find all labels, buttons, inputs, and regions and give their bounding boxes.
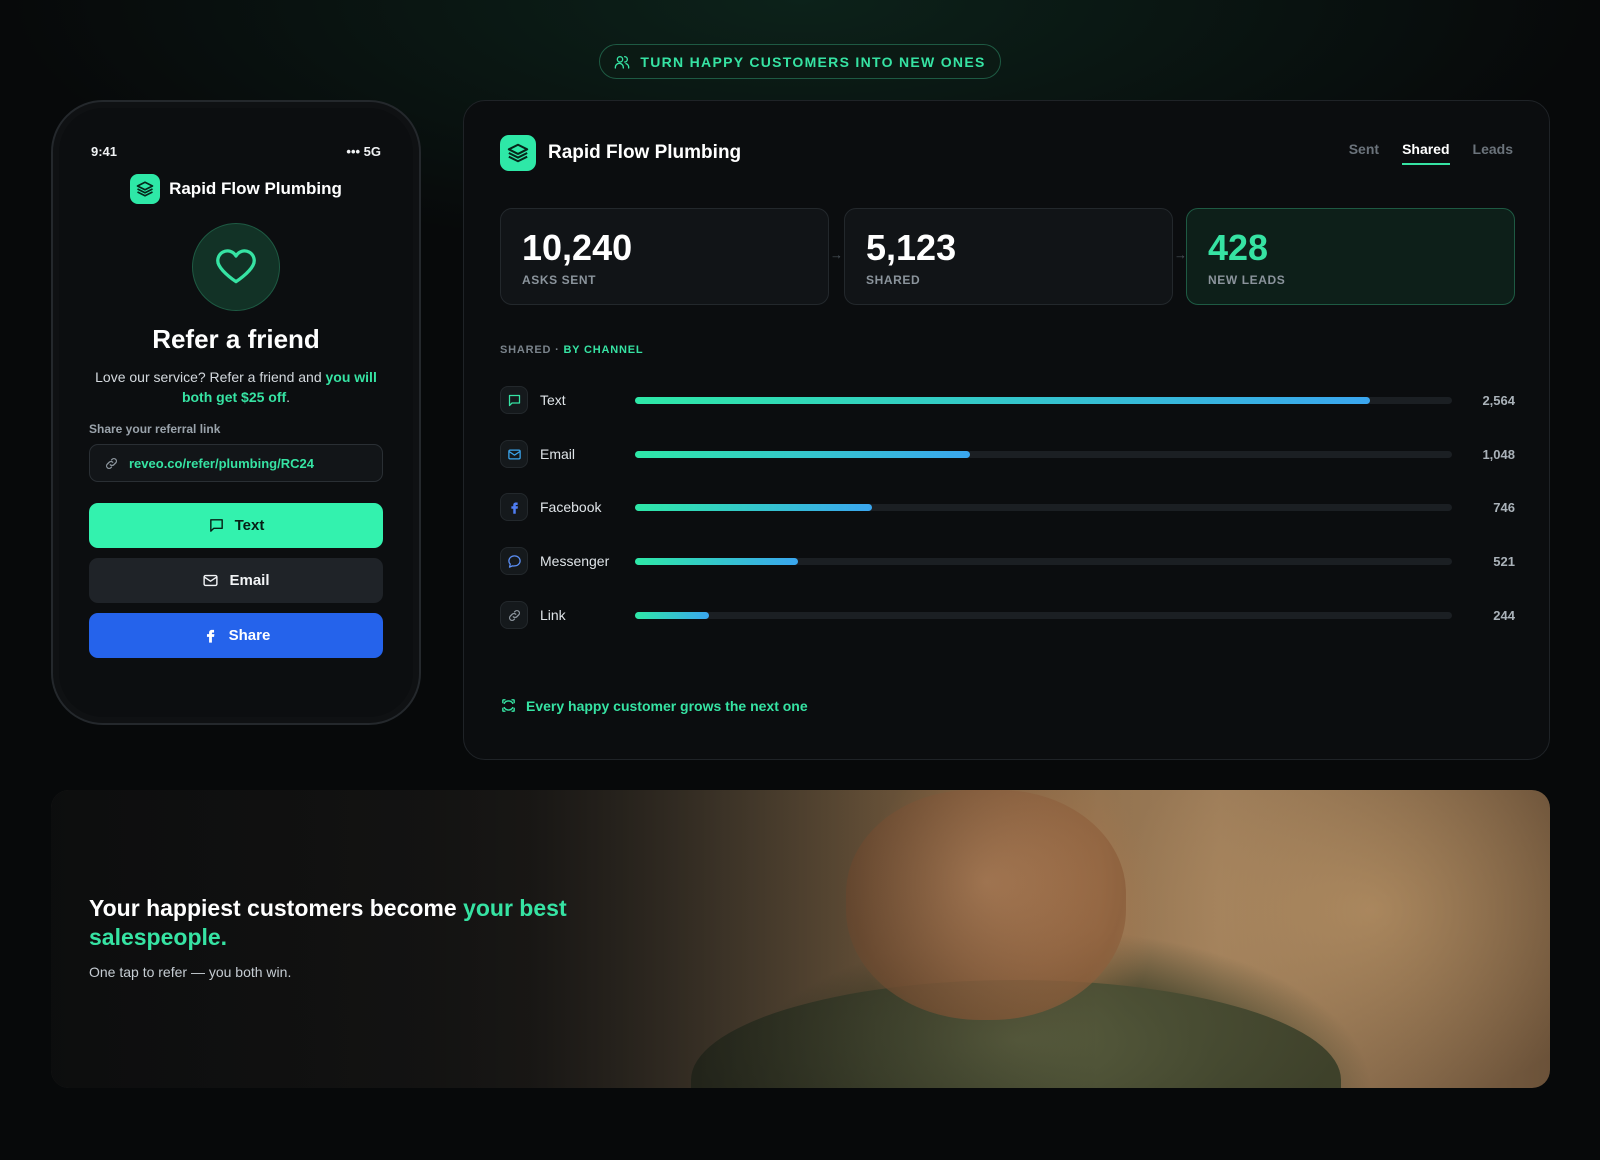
- hero-subtitle: One tap to refer — you both win.: [89, 964, 292, 980]
- channel-value: 2,564: [1482, 392, 1515, 408]
- status-signal: ••• 5G: [346, 144, 381, 159]
- footer-text: Every happy customer grows the next one: [526, 697, 808, 714]
- channel-bar-fill: [635, 557, 799, 565]
- layers-icon: [136, 181, 154, 197]
- channel-value: 521: [1493, 553, 1515, 569]
- channel-bar-track: [635, 450, 1452, 458]
- hero-banner: Your happiest customers become your best…: [51, 790, 1550, 1088]
- channel-name: Messenger: [540, 553, 610, 569]
- message-circle-icon: [507, 554, 521, 568]
- referral-link-label: Share your referral link: [89, 422, 221, 436]
- stat-label: ASKS SENT: [522, 273, 597, 287]
- tab-shared[interactable]: Shared: [1402, 141, 1450, 165]
- text-button[interactable]: Text: [89, 503, 383, 548]
- channel-row-facebook: Facebook 746: [500, 492, 1515, 522]
- channel-row-text: Text 2,564: [500, 385, 1515, 415]
- tagline-pill: TURN HAPPY CUSTOMERS INTO NEW ONES: [599, 44, 1001, 79]
- channel-name: Link: [540, 607, 566, 623]
- channel-value: 1,048: [1482, 446, 1515, 462]
- channel-icon-box: [500, 386, 528, 414]
- phone-brand: Rapid Flow Plumbing: [53, 174, 419, 204]
- mail-icon: [203, 574, 219, 587]
- dashboard-brand-name: Rapid Flow Plumbing: [548, 142, 742, 163]
- section-prefix: SHARED ·: [500, 344, 564, 356]
- channel-bar-fill: [635, 396, 1371, 404]
- channel-icon-box: [500, 547, 528, 575]
- tagline-text: TURN HAPPY CUSTOMERS INTO NEW ONES: [640, 53, 986, 70]
- users-icon: [615, 55, 630, 69]
- link-icon: [106, 457, 117, 469]
- refer-title: Refer a friend: [152, 324, 320, 354]
- link-icon: [508, 609, 520, 621]
- channel-bar-fill: [635, 450, 970, 458]
- desc-end: .: [286, 389, 291, 405]
- stat-card-asks-sent: 10,240 ASKS SENT: [500, 208, 829, 305]
- channel-name: Email: [540, 446, 576, 462]
- channel-bar-track: [635, 611, 1452, 619]
- channel-name: Facebook: [540, 499, 602, 515]
- referral-link-url: reveo.co/refer/plumbing/RC24: [129, 455, 314, 471]
- refer-description: Love our service? Refer a friend and you…: [89, 367, 383, 407]
- referral-link-field[interactable]: reveo.co/refer/plumbing/RC24: [89, 444, 383, 482]
- brand-logo: [130, 174, 161, 204]
- tab-bar: Sent Shared Leads: [1349, 141, 1513, 165]
- channel-row-email: Email 1,048: [500, 439, 1515, 469]
- text-button-label: Text: [234, 517, 265, 534]
- channel-bar-track: [635, 396, 1452, 404]
- channel-icon-box: [500, 493, 528, 521]
- stat-value: 428: [1208, 227, 1269, 268]
- channel-bar-track: [635, 503, 1452, 511]
- desc-plain: Love our service? Refer a friend and: [95, 369, 326, 385]
- tab-sent[interactable]: Sent: [1349, 141, 1379, 165]
- email-button[interactable]: Email: [89, 558, 383, 603]
- channel-icon-box: [500, 440, 528, 468]
- heart-badge: [192, 223, 280, 311]
- arrow-right-icon: →: [830, 247, 843, 262]
- dashboard-panel: Rapid Flow Plumbing Sent Shared Leads 10…: [463, 100, 1550, 760]
- section-highlight: BY CHANNEL: [563, 344, 644, 356]
- stat-label: NEW LEADS: [1208, 273, 1286, 287]
- status-bar: 9:41 ••• 5G: [91, 144, 381, 159]
- refresh-cycle-icon: [502, 699, 515, 712]
- channel-row-link: Link 244: [500, 600, 1515, 630]
- stat-card-shared: 5,123 SHARED: [844, 208, 1173, 305]
- channel-icon-box: [500, 601, 528, 629]
- channel-value: 244: [1493, 607, 1515, 623]
- share-button-label: Share: [228, 627, 271, 644]
- facebook-icon: [510, 502, 518, 514]
- brand-logo: [500, 135, 536, 171]
- stat-card-new-leads: 428 NEW LEADS: [1186, 208, 1515, 305]
- layers-icon: [507, 143, 529, 163]
- email-button-label: Email: [229, 572, 270, 589]
- hero-title: Your happiest customers become your best…: [89, 894, 609, 952]
- channel-value: 746: [1493, 499, 1515, 515]
- heart-icon: [216, 249, 256, 284]
- message-square-icon: [508, 394, 520, 406]
- message-square-icon: [209, 519, 223, 532]
- stat-label: SHARED: [866, 273, 921, 287]
- channel-row-messenger: Messenger 521: [500, 546, 1515, 576]
- facebook-icon: [206, 629, 215, 643]
- phone-mockup: 9:41 ••• 5G Rapid Flow Plumbing Refer a …: [51, 100, 421, 725]
- mail-icon: [507, 449, 521, 459]
- hero-title-plain: Your happiest customers become: [89, 895, 464, 921]
- section-heading: SHARED · BY CHANNEL: [500, 344, 643, 356]
- dashboard-brand: Rapid Flow Plumbing: [500, 135, 741, 171]
- tab-leads[interactable]: Leads: [1473, 141, 1513, 165]
- status-time: 9:41: [91, 144, 118, 159]
- dashboard-footer: Every happy customer grows the next one: [500, 697, 808, 714]
- channel-bar-fill: [635, 503, 872, 511]
- stat-value: 5,123: [866, 227, 957, 268]
- channel-bar-track: [635, 557, 1452, 565]
- stat-value: 10,240: [522, 227, 633, 268]
- share-button[interactable]: Share: [89, 613, 383, 658]
- phone-brand-name: Rapid Flow Plumbing: [169, 179, 342, 198]
- channel-name: Text: [540, 392, 566, 408]
- channel-bar-fill: [635, 611, 709, 619]
